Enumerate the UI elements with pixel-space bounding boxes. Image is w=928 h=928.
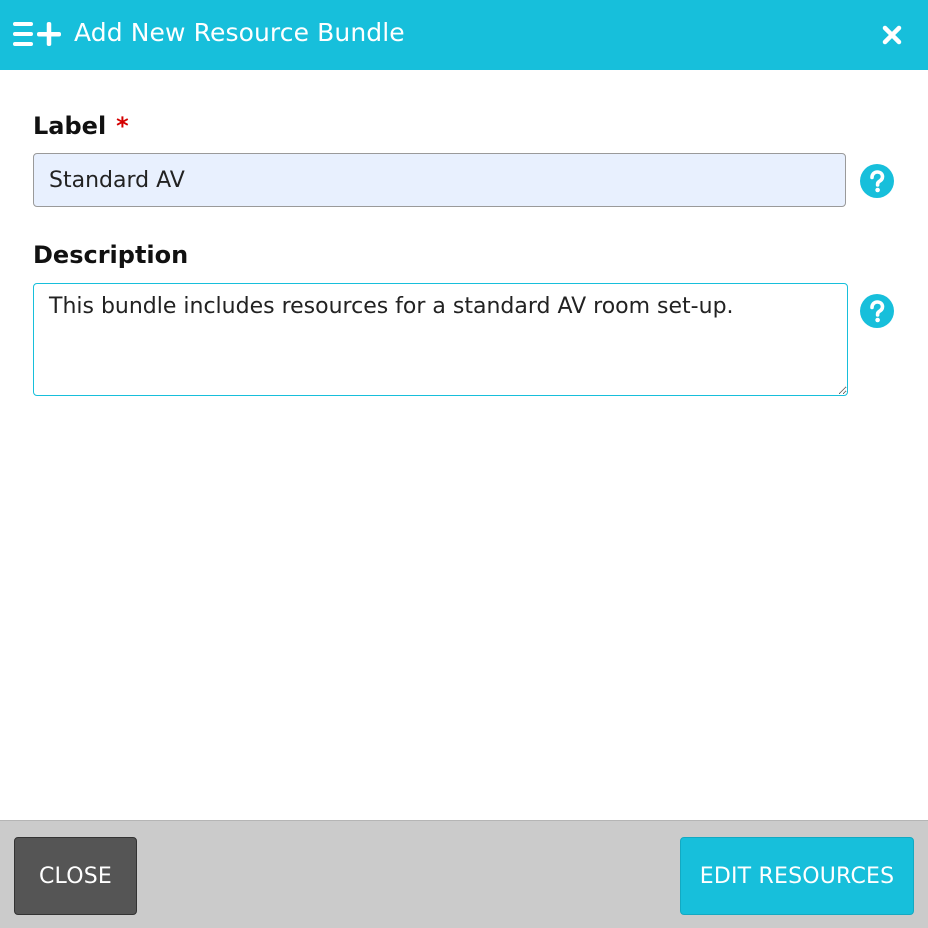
description-field-label: Description xyxy=(33,241,189,269)
label-field-text: Label xyxy=(33,112,107,140)
label-field-label: Label * xyxy=(33,111,129,141)
dialog-title: Add New Resource Bundle xyxy=(74,18,405,47)
close-icon[interactable] xyxy=(876,19,908,51)
dialog-footer: CLOSE EDIT RESOURCES xyxy=(0,820,928,928)
list-add-icon xyxy=(13,22,61,46)
question-circle-icon[interactable] xyxy=(859,293,895,329)
close-button[interactable]: CLOSE xyxy=(14,837,137,915)
dialog-titlebar: Add New Resource Bundle xyxy=(0,0,928,70)
label-input[interactable] xyxy=(33,153,846,207)
question-circle-icon[interactable] xyxy=(859,163,895,199)
edit-resources-button[interactable]: EDIT RESOURCES xyxy=(680,837,914,915)
required-marker: * xyxy=(116,112,129,140)
description-textarea[interactable]: This bundle includes resources for a sta… xyxy=(33,283,848,396)
add-resource-bundle-dialog: Add New Resource Bundle Label * Descripti… xyxy=(0,0,928,928)
